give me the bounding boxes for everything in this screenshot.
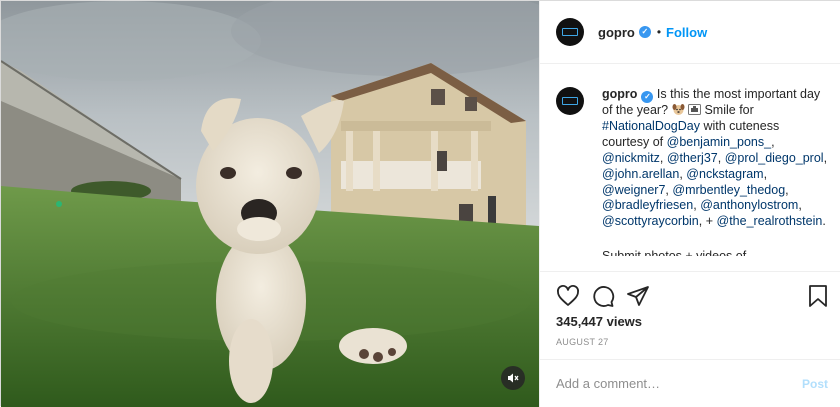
mention-link[interactable]: @weigner7 [602,183,665,197]
mention-link[interactable]: @the_realrothstein [717,214,823,228]
view-count[interactable]: 345,447 views [556,314,642,329]
comma: , [659,150,664,165]
caption-more-text: Submit photos + videos of [602,249,747,257]
mention-link[interactable]: @benjamin_pons_ [667,135,771,149]
comma: , [785,182,789,197]
verified-badge-icon: ✓ [641,91,654,103]
mention-link[interactable]: @therj37 [667,151,718,165]
mention-link[interactable]: @scottyraycorbin [602,214,699,228]
actions-area: 345,447 views AUGUST 27 [540,271,840,359]
gopro-logo-icon [562,28,578,36]
gopro-logo-icon [562,97,578,105]
post-comment-button[interactable]: Post [802,377,828,391]
comma: , [763,166,768,181]
action-bar [556,284,827,308]
follow-button[interactable]: Follow [666,25,707,40]
post-date[interactable]: AUGUST 27 [556,337,609,347]
camera-emoji [687,104,701,115]
separator-dot: • [656,25,662,39]
comma: , [698,214,703,229]
mention-link[interactable]: @mrbentley_thedog [672,183,785,197]
video-frame [1,1,539,407]
comma: , [823,150,828,165]
comma: , [798,198,802,213]
post-video[interactable] [1,1,539,407]
caption-area: gopro ✓ Is this the most important day of… [540,65,840,271]
bookmark-icon[interactable] [806,284,830,308]
mention-link[interactable]: @nickmitz [602,151,660,165]
dog-face-emoji [672,104,684,115]
comma: , [665,182,669,197]
heart-icon[interactable] [556,284,580,308]
mute-button[interactable] [501,366,525,390]
instagram-post: gopro ✓ • Follow gopro ✓ Is this the most… [0,0,840,407]
comment-input[interactable] [556,376,802,391]
share-icon[interactable] [626,284,650,308]
mention-link[interactable]: @prol_diego_prol [725,151,824,165]
mention-link[interactable]: @bradleyfriesen [602,198,693,212]
comma: , [693,198,697,213]
mention-link[interactable]: @nckstagram [686,167,763,181]
caption-text-2: Smile for [704,103,754,117]
header-username[interactable]: gopro [598,25,635,40]
avatar[interactable] [556,18,584,46]
caption-username[interactable]: gopro [602,87,637,101]
post-side-panel: gopro ✓ • Follow gopro ✓ Is this the most… [539,1,840,407]
hashtag-link[interactable]: #NationalDogDay [602,119,700,133]
comment-box: Post [540,359,840,407]
comma: , [771,134,775,149]
comma: , [679,166,683,181]
comma: , [717,150,722,165]
comment-icon[interactable] [591,284,615,308]
caption-avatar[interactable] [556,87,584,115]
verified-badge-icon: ✓ [638,26,651,38]
post-header: gopro ✓ • Follow [540,1,840,64]
mention-link[interactable]: @anthonylostrom [700,198,798,212]
period: . [822,214,826,229]
mute-icon [508,373,519,383]
mention-link[interactable]: @john.arellan [602,167,679,181]
caption-text: gopro ✓ Is this the most important day of… [602,87,828,271]
plus-sign: + [705,214,714,229]
